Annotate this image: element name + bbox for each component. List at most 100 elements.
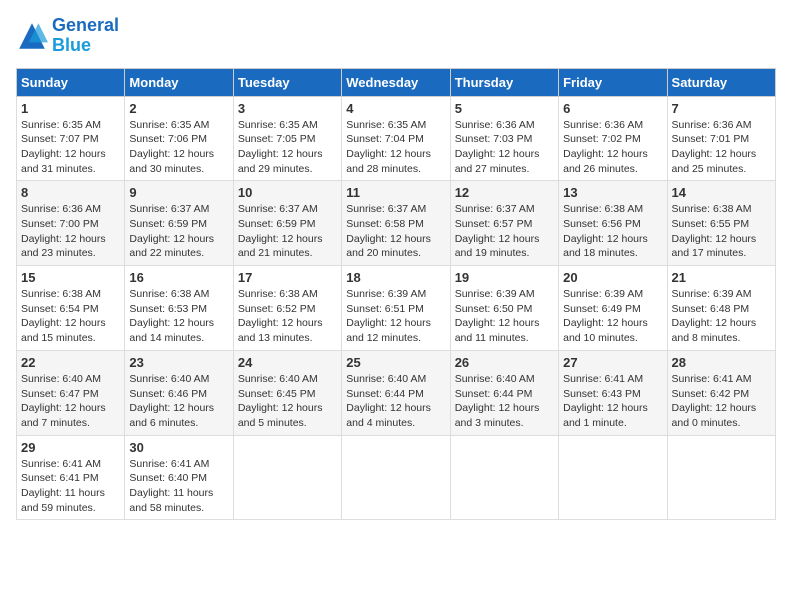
- calendar-cell: 22 Sunrise: 6:40 AMSunset: 6:47 PMDayligh…: [17, 350, 125, 435]
- day-info: Sunrise: 6:39 AMSunset: 6:49 PMDaylight:…: [563, 287, 662, 346]
- calendar-cell: 15 Sunrise: 6:38 AMSunset: 6:54 PMDayligh…: [17, 266, 125, 351]
- calendar-week-3: 15 Sunrise: 6:38 AMSunset: 6:54 PMDayligh…: [17, 266, 776, 351]
- day-info: Sunrise: 6:39 AMSunset: 6:51 PMDaylight:…: [346, 287, 445, 346]
- day-number: 29: [21, 440, 120, 455]
- day-info: Sunrise: 6:37 AMSunset: 6:58 PMDaylight:…: [346, 202, 445, 261]
- day-number: 9: [129, 185, 228, 200]
- calendar-header-row: SundayMondayTuesdayWednesdayThursdayFrid…: [17, 68, 776, 96]
- logo-text: General Blue: [52, 16, 119, 56]
- day-number: 17: [238, 270, 337, 285]
- day-number: 6: [563, 101, 662, 116]
- day-number: 2: [129, 101, 228, 116]
- calendar-cell: [559, 435, 667, 520]
- day-number: 21: [672, 270, 771, 285]
- day-number: 15: [21, 270, 120, 285]
- day-number: 25: [346, 355, 445, 370]
- day-info: Sunrise: 6:35 AMSunset: 7:04 PMDaylight:…: [346, 118, 445, 177]
- calendar-cell: 2Sunrise: 6:35 AMSunset: 7:06 PMDaylight…: [125, 96, 233, 181]
- day-header-sunday: Sunday: [17, 68, 125, 96]
- day-info: Sunrise: 6:36 AMSunset: 7:00 PMDaylight:…: [21, 202, 120, 261]
- day-number: 22: [21, 355, 120, 370]
- calendar-cell: 7 Sunrise: 6:36 AMSunset: 7:01 PMDaylight…: [667, 96, 775, 181]
- day-info: Sunrise: 6:41 AMSunset: 6:40 PMDaylight:…: [129, 457, 228, 516]
- day-number: 5: [455, 101, 554, 116]
- day-header-monday: Monday: [125, 68, 233, 96]
- day-header-thursday: Thursday: [450, 68, 558, 96]
- calendar-cell: [342, 435, 450, 520]
- calendar-cell: 11 Sunrise: 6:37 AMSunset: 6:58 PMDayligh…: [342, 181, 450, 266]
- calendar-cell: 6 Sunrise: 6:36 AMSunset: 7:02 PMDaylight…: [559, 96, 667, 181]
- day-number: 10: [238, 185, 337, 200]
- calendar-cell: 24Sunrise: 6:40 AMSunset: 6:45 PMDayligh…: [233, 350, 341, 435]
- calendar-cell: [450, 435, 558, 520]
- day-number: 1: [21, 101, 120, 116]
- day-info: Sunrise: 6:36 AMSunset: 7:03 PMDaylight:…: [455, 118, 554, 177]
- day-info: Sunrise: 6:38 AMSunset: 6:52 PMDaylight:…: [238, 287, 337, 346]
- day-number: 24: [238, 355, 337, 370]
- day-number: 26: [455, 355, 554, 370]
- calendar-cell: 4 Sunrise: 6:35 AMSunset: 7:04 PMDaylight…: [342, 96, 450, 181]
- calendar-cell: 12Sunrise: 6:37 AMSunset: 6:57 PMDayligh…: [450, 181, 558, 266]
- day-info: Sunrise: 6:36 AMSunset: 7:02 PMDaylight:…: [563, 118, 662, 177]
- calendar-cell: 14 Sunrise: 6:38 AMSunset: 6:55 PMDayligh…: [667, 181, 775, 266]
- day-header-friday: Friday: [559, 68, 667, 96]
- day-info: Sunrise: 6:38 AMSunset: 6:53 PMDaylight:…: [129, 287, 228, 346]
- calendar-cell: 29 Sunrise: 6:41 AMSunset: 6:41 PMDayligh…: [17, 435, 125, 520]
- calendar-cell: 5 Sunrise: 6:36 AMSunset: 7:03 PMDaylight…: [450, 96, 558, 181]
- calendar-cell: 13Sunrise: 6:38 AMSunset: 6:56 PMDayligh…: [559, 181, 667, 266]
- calendar-cell: 9 Sunrise: 6:37 AMSunset: 6:59 PMDaylight…: [125, 181, 233, 266]
- day-info: Sunrise: 6:39 AMSunset: 6:50 PMDaylight:…: [455, 287, 554, 346]
- day-number: 4: [346, 101, 445, 116]
- calendar-week-4: 22 Sunrise: 6:40 AMSunset: 6:47 PMDayligh…: [17, 350, 776, 435]
- logo: General Blue: [16, 16, 119, 56]
- day-info: Sunrise: 6:41 AMSunset: 6:43 PMDaylight:…: [563, 372, 662, 431]
- calendar-cell: 17 Sunrise: 6:38 AMSunset: 6:52 PMDayligh…: [233, 266, 341, 351]
- calendar-cell: 1 Sunrise: 6:35 AMSunset: 7:07 PMDaylight…: [17, 96, 125, 181]
- day-number: 14: [672, 185, 771, 200]
- day-info: Sunrise: 6:37 AMSunset: 6:59 PMDaylight:…: [129, 202, 228, 261]
- calendar-cell: 26Sunrise: 6:40 AMSunset: 6:44 PMDayligh…: [450, 350, 558, 435]
- day-number: 27: [563, 355, 662, 370]
- day-number: 12: [455, 185, 554, 200]
- day-number: 8: [21, 185, 120, 200]
- day-info: Sunrise: 6:37 AMSunset: 6:59 PMDaylight:…: [238, 202, 337, 261]
- page-header: General Blue: [16, 16, 776, 56]
- day-header-wednesday: Wednesday: [342, 68, 450, 96]
- calendar-cell: 18 Sunrise: 6:39 AMSunset: 6:51 PMDayligh…: [342, 266, 450, 351]
- day-number: 13: [563, 185, 662, 200]
- calendar-week-5: 29 Sunrise: 6:41 AMSunset: 6:41 PMDayligh…: [17, 435, 776, 520]
- calendar-cell: 16 Sunrise: 6:38 AMSunset: 6:53 PMDayligh…: [125, 266, 233, 351]
- day-number: 11: [346, 185, 445, 200]
- calendar-cell: 21 Sunrise: 6:39 AMSunset: 6:48 PMDayligh…: [667, 266, 775, 351]
- day-number: 20: [563, 270, 662, 285]
- calendar-cell: 20 Sunrise: 6:39 AMSunset: 6:49 PMDayligh…: [559, 266, 667, 351]
- calendar-cell: 8 Sunrise: 6:36 AMSunset: 7:00 PMDaylight…: [17, 181, 125, 266]
- calendar-table: SundayMondayTuesdayWednesdayThursdayFrid…: [16, 68, 776, 521]
- calendar-cell: 25 Sunrise: 6:40 AMSunset: 6:44 PMDayligh…: [342, 350, 450, 435]
- day-info: Sunrise: 6:35 AMSunset: 7:07 PMDaylight:…: [21, 118, 120, 177]
- logo-icon: [16, 20, 48, 52]
- calendar-cell: 30Sunrise: 6:41 AMSunset: 6:40 PMDayligh…: [125, 435, 233, 520]
- calendar-cell: 23Sunrise: 6:40 AMSunset: 6:46 PMDayligh…: [125, 350, 233, 435]
- day-info: Sunrise: 6:41 AMSunset: 6:41 PMDaylight:…: [21, 457, 120, 516]
- day-number: 7: [672, 101, 771, 116]
- day-info: Sunrise: 6:39 AMSunset: 6:48 PMDaylight:…: [672, 287, 771, 346]
- day-number: 18: [346, 270, 445, 285]
- day-info: Sunrise: 6:40 AMSunset: 6:46 PMDaylight:…: [129, 372, 228, 431]
- day-info: Sunrise: 6:38 AMSunset: 6:54 PMDaylight:…: [21, 287, 120, 346]
- day-info: Sunrise: 6:40 AMSunset: 6:44 PMDaylight:…: [346, 372, 445, 431]
- calendar-cell: 28 Sunrise: 6:41 AMSunset: 6:42 PMDayligh…: [667, 350, 775, 435]
- calendar-cell: 19Sunrise: 6:39 AMSunset: 6:50 PMDayligh…: [450, 266, 558, 351]
- day-info: Sunrise: 6:40 AMSunset: 6:47 PMDaylight:…: [21, 372, 120, 431]
- calendar-cell: 27 Sunrise: 6:41 AMSunset: 6:43 PMDayligh…: [559, 350, 667, 435]
- calendar-cell: [233, 435, 341, 520]
- calendar-cell: 3Sunrise: 6:35 AMSunset: 7:05 PMDaylight…: [233, 96, 341, 181]
- calendar-week-1: 1 Sunrise: 6:35 AMSunset: 7:07 PMDaylight…: [17, 96, 776, 181]
- day-info: Sunrise: 6:36 AMSunset: 7:01 PMDaylight:…: [672, 118, 771, 177]
- day-info: Sunrise: 6:41 AMSunset: 6:42 PMDaylight:…: [672, 372, 771, 431]
- day-number: 28: [672, 355, 771, 370]
- day-number: 16: [129, 270, 228, 285]
- day-info: Sunrise: 6:38 AMSunset: 6:55 PMDaylight:…: [672, 202, 771, 261]
- day-number: 3: [238, 101, 337, 116]
- day-header-saturday: Saturday: [667, 68, 775, 96]
